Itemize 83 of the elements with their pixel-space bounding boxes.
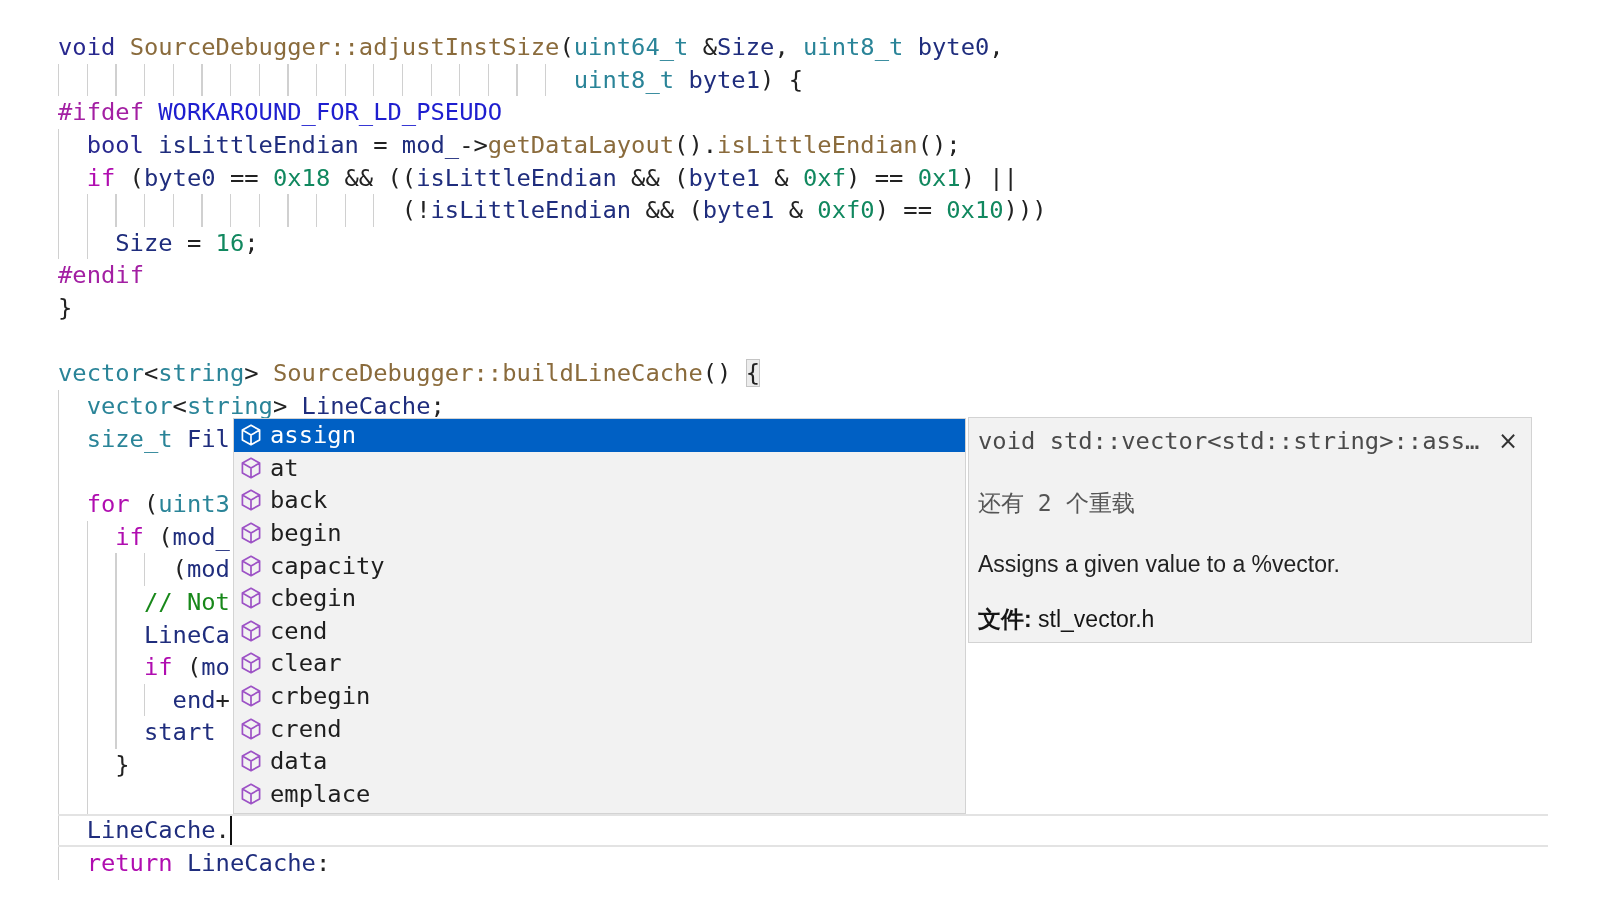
indent-guide — [373, 194, 375, 227]
indent-guide — [516, 63, 518, 97]
code-line: #ifdef WORKAROUND_FOR_LD_PSEUDO — [58, 97, 503, 129]
indent-guide — [86, 63, 88, 97]
completion-item[interactable]: at — [234, 451, 965, 485]
cube-icon — [241, 685, 261, 708]
cube-icon — [241, 619, 261, 642]
completion-item[interactable]: back — [234, 484, 965, 517]
cube-icon — [241, 522, 261, 545]
code-line: bool isLittleEndian = mod_->getDataLayout().isLittleEndian(); — [86, 129, 961, 161]
cube-icon — [241, 750, 261, 773]
indent-guide — [172, 194, 174, 227]
indent-guide — [487, 63, 490, 97]
file-name-text: 文件: stl_vector.h — [978, 605, 1155, 634]
indent-guide — [58, 63, 60, 97]
signature-text: void std::vector<std::string>::ass… — [978, 426, 1480, 457]
indent-guide — [430, 63, 432, 97]
indent-guide — [115, 63, 117, 97]
code-line: start — [143, 717, 216, 749]
indent-guide — [315, 194, 318, 227]
code-line: } — [115, 750, 130, 782]
code-line: // Not — [143, 586, 230, 618]
indent-guide — [545, 63, 547, 97]
code-line: for (uint3 — [86, 488, 230, 520]
code-line: return LineCache: — [86, 848, 331, 879]
completion-item[interactable]: capacity — [234, 549, 965, 582]
code-line: (!isLittleEndian && (byte1 & 0xf0) == 0x10))) — [401, 195, 1047, 227]
indent-guide — [229, 63, 232, 97]
indent-guide — [373, 63, 375, 97]
indent-guide — [115, 194, 117, 227]
indent-guide — [143, 683, 146, 717]
code-line: Size = 16; — [115, 227, 259, 259]
indent-guide — [258, 194, 260, 227]
code-line: vector<string> SourceDebugger::buildLineCache() { — [58, 358, 761, 390]
cube-icon — [241, 652, 261, 675]
completion-item[interactable]: clear — [234, 647, 965, 680]
code-line: } — [58, 293, 73, 325]
description-text: Assigns a given value to a %vector. — [978, 550, 1340, 579]
indent-guide — [344, 63, 346, 97]
indent-guide — [201, 63, 203, 97]
indent-guide — [172, 63, 174, 97]
cube-icon — [241, 717, 261, 740]
code-line: #endif — [58, 260, 144, 292]
code-line: if (mo — [143, 652, 230, 684]
close-button[interactable]: × — [1495, 427, 1520, 455]
indent-guide — [229, 194, 232, 227]
cube-icon — [241, 587, 261, 610]
completion-item[interactable]: crbegin — [234, 679, 965, 713]
completion-item[interactable]: crend — [234, 712, 965, 745]
code-line: if (byte0 == 0x18 && ((isLittleEndian && (byte1 & 0xf) == 0x1) || — [86, 162, 1018, 194]
cube-icon — [241, 782, 261, 805]
completion-item[interactable]: cend — [234, 614, 965, 648]
overload-count-text: 还有 2 个重载 — [978, 489, 1135, 518]
code-line: LineCa — [143, 619, 230, 651]
code-line: uint8_t byte1) { — [573, 64, 803, 96]
completion-item[interactable]: begin — [234, 516, 965, 550]
code-line: void SourceDebugger::adjustInstSize(uint64_t &Size, uint8_t byte0, — [58, 32, 1004, 63]
indent-guide — [287, 63, 289, 97]
completion-item[interactable]: emplace — [234, 777, 965, 811]
indent-guide — [287, 194, 289, 227]
indent-guide — [459, 63, 461, 97]
cube-icon — [241, 554, 261, 577]
indent-guide — [315, 63, 318, 97]
text-cursor — [229, 816, 232, 845]
indent-guide — [143, 194, 146, 227]
cube-icon — [241, 489, 261, 512]
cube-icon — [241, 424, 261, 447]
code-line: if (mod_ — [115, 521, 230, 553]
completion-item[interactable]: cbegin — [234, 581, 965, 615]
indent-guide — [258, 63, 260, 97]
indent-guide — [143, 553, 146, 586]
indent-guide — [344, 194, 346, 227]
indent-guide — [401, 63, 404, 97]
completion-item[interactable]: assign — [234, 419, 965, 452]
indent-guide — [201, 194, 203, 227]
completion-item[interactable]: data — [234, 744, 965, 778]
code-line: end+ — [172, 684, 230, 716]
indent-guide — [58, 847, 60, 880]
code-line: (mod — [172, 554, 230, 586]
code-line: LineCache. — [86, 816, 230, 845]
cube-icon — [241, 456, 261, 479]
code-line: size_t Fil — [86, 423, 230, 455]
indent-guide — [143, 63, 146, 97]
